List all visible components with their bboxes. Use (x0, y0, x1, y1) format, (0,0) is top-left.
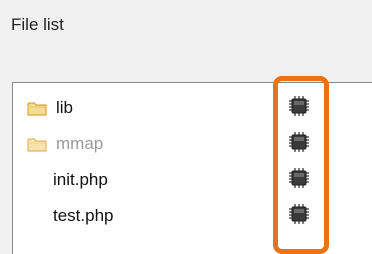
folder-icon (27, 137, 47, 152)
file-name: lib (56, 98, 74, 117)
highlight-box (273, 76, 329, 254)
folder-icon (27, 101, 47, 116)
file-name: init.php (53, 170, 108, 189)
file-name: mmap (56, 134, 104, 153)
file-name: test.php (53, 206, 114, 225)
list-item-lib[interactable]: lib (13, 93, 273, 123)
panel-title: File list (11, 15, 64, 34)
list-item-mmap[interactable]: mmap (13, 129, 273, 159)
list-item-test-php[interactable]: test.php (13, 201, 273, 231)
list-item-init-php[interactable]: init.php (13, 165, 273, 195)
